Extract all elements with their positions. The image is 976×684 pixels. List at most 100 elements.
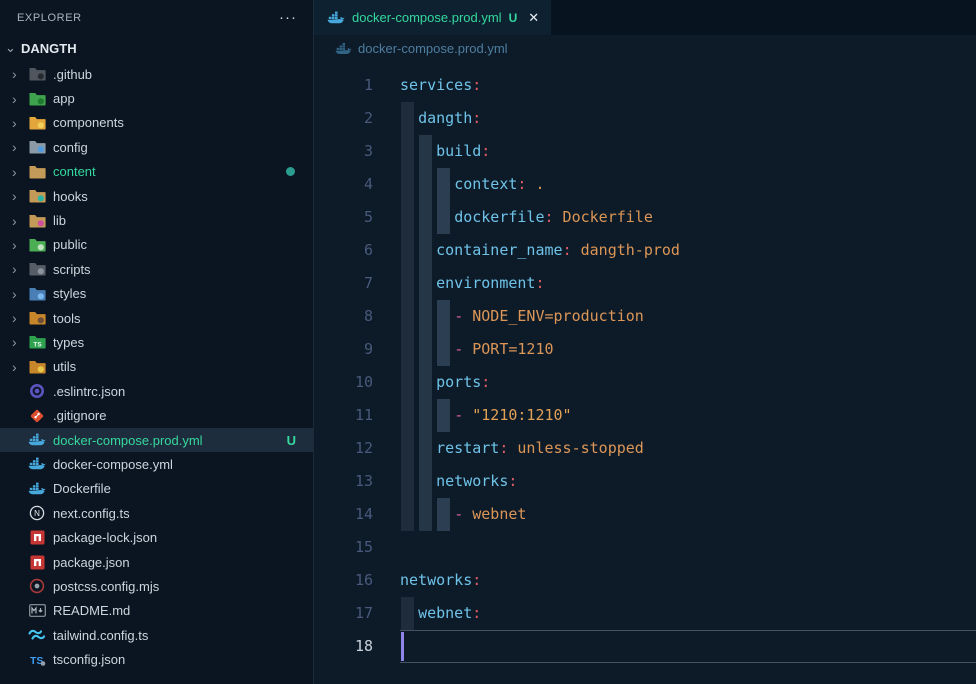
code-editor[interactable]: 1services:2 dangth:3 build:4 context: .5… <box>314 62 976 684</box>
tree-item-label: Dockerfile <box>53 481 313 496</box>
line-number[interactable]: 1 <box>314 69 373 102</box>
postcss-icon <box>28 578 46 594</box>
code-line-3[interactable]: 3 build: <box>314 135 976 168</box>
line-number[interactable]: 12 <box>314 432 373 465</box>
tree-item-scripts[interactable]: › scripts <box>0 257 313 281</box>
line-number[interactable]: 15 <box>314 531 373 564</box>
code-line-5[interactable]: 5 dockerfile: Dockerfile <box>314 201 976 234</box>
line-number[interactable]: 4 <box>314 168 373 201</box>
code-line-13[interactable]: 13 networks: <box>314 465 976 498</box>
code-line-16[interactable]: 16 networks: <box>314 564 976 597</box>
line-text[interactable]: context: . <box>400 168 545 201</box>
tree-item-tsconfig-json[interactable]: TStsconfig.json <box>0 647 313 671</box>
code-line-7[interactable]: 7 environment: <box>314 267 976 300</box>
tree-item-public[interactable]: › public <box>0 233 313 257</box>
tree-item-label: next.config.ts <box>53 506 313 521</box>
line-text[interactable]: networks: <box>400 465 517 498</box>
tree-item-config[interactable]: › config <box>0 135 313 159</box>
code-line-8[interactable]: 8 - NODE_ENV=production <box>314 300 976 333</box>
line-number[interactable]: 18 <box>314 630 373 663</box>
chevron-right-icon: › <box>12 360 28 374</box>
line-number[interactable]: 9 <box>314 333 373 366</box>
line-text[interactable]: - "1210:1210" <box>400 399 572 432</box>
tree-item-dockerfile[interactable]: Dockerfile <box>0 477 313 501</box>
line-text[interactable]: container_name: dangth-prod <box>400 234 680 267</box>
breadcrumb[interactable]: docker-compose.prod.yml <box>314 35 976 62</box>
chevron-right-icon: › <box>12 238 28 252</box>
code-line-18[interactable]: 18 <box>314 630 976 663</box>
line-text[interactable]: ports: <box>400 366 490 399</box>
line-number[interactable]: 11 <box>314 399 373 432</box>
line-number[interactable]: 7 <box>314 267 373 300</box>
line-number[interactable]: 8 <box>314 300 373 333</box>
code-line-15[interactable]: 15 <box>314 531 976 564</box>
tree-item-app[interactable]: › app <box>0 86 313 110</box>
code-line-12[interactable]: 12 restart: unless-stopped <box>314 432 976 465</box>
tree-item-package-json[interactable]: package.json <box>0 550 313 574</box>
tree-item-next-config-ts[interactable]: Nnext.config.ts <box>0 501 313 525</box>
tree-item-tailwind-config-ts[interactable]: tailwind.config.ts <box>0 623 313 647</box>
root-folder-row[interactable]: ⌄ DANGTH <box>0 36 313 61</box>
explorer-header: EXPLORER ··· <box>0 0 313 36</box>
code-line-10[interactable]: 10 ports: <box>314 366 976 399</box>
line-text[interactable]: build: <box>400 135 490 168</box>
chevron-right-icon: › <box>12 262 28 276</box>
chevron-right-icon: › <box>12 189 28 203</box>
line-number[interactable]: 3 <box>314 135 373 168</box>
code-line-14[interactable]: 14 - webnet <box>314 498 976 531</box>
tree-item-content[interactable]: › content <box>0 160 313 184</box>
tree-item-docker-compose-yml[interactable]: docker-compose.yml <box>0 452 313 476</box>
line-number[interactable]: 2 <box>314 102 373 135</box>
tree-item-readme-md[interactable]: README.md <box>0 599 313 623</box>
tab-strip: docker-compose.prod.yml U ✕ <box>314 0 976 35</box>
line-text[interactable]: - NODE_ENV=production <box>400 300 644 333</box>
close-icon[interactable]: ✕ <box>528 10 539 26</box>
tree-item-package-lock-json[interactable]: package-lock.json <box>0 525 313 549</box>
folder-tools-icon <box>28 310 46 326</box>
line-number[interactable]: 6 <box>314 234 373 267</box>
tree-item-types[interactable]: › TS types <box>0 330 313 354</box>
tree-item-utils[interactable]: › utils <box>0 355 313 379</box>
code-line-2[interactable]: 2 dangth: <box>314 102 976 135</box>
line-number[interactable]: 16 <box>314 564 373 597</box>
docker-whale-icon <box>28 456 46 472</box>
svg-text:N: N <box>34 509 40 518</box>
folder-types-icon: TS <box>28 334 46 350</box>
tab-docker-compose-prod-yml[interactable]: docker-compose.prod.yml U ✕ <box>314 0 551 35</box>
tree-item-github[interactable]: › .github <box>0 62 313 86</box>
tree-item-postcss-config-mjs[interactable]: postcss.config.mjs <box>0 574 313 598</box>
line-number[interactable]: 5 <box>314 201 373 234</box>
chevron-right-icon: › <box>12 140 28 154</box>
code-line-1[interactable]: 1 services: <box>314 69 976 102</box>
tree-item-label: hooks <box>53 189 313 204</box>
line-text[interactable]: dockerfile: Dockerfile <box>400 201 653 234</box>
line-number[interactable]: 17 <box>314 597 373 630</box>
line-text[interactable]: environment: <box>400 267 545 300</box>
line-text[interactable]: - webnet <box>400 498 526 531</box>
tree-item-components[interactable]: › components <box>0 111 313 135</box>
explorer-more-actions-icon[interactable]: ··· <box>279 13 297 23</box>
line-text[interactable]: dangth: <box>400 102 481 135</box>
chevron-right-icon: › <box>12 67 28 81</box>
tree-item-tools[interactable]: › tools <box>0 306 313 330</box>
line-text[interactable]: webnet: <box>400 597 481 630</box>
code-line-9[interactable]: 9 - PORT=1210 <box>314 333 976 366</box>
line-text[interactable]: - PORT=1210 <box>400 333 554 366</box>
line-number[interactable]: 13 <box>314 465 373 498</box>
line-text[interactable]: networks: <box>400 564 481 597</box>
line-number[interactable]: 14 <box>314 498 373 531</box>
tree-item-label: content <box>53 164 286 179</box>
line-text[interactable]: services: <box>400 69 481 102</box>
code-line-11[interactable]: 11 - "1210:1210" <box>314 399 976 432</box>
tree-item-eslintrc-json[interactable]: .eslintrc.json <box>0 379 313 403</box>
tree-item-lib[interactable]: › lib <box>0 208 313 232</box>
tree-item-hooks[interactable]: › hooks <box>0 184 313 208</box>
code-line-4[interactable]: 4 context: . <box>314 168 976 201</box>
tree-item-gitignore[interactable]: .gitignore <box>0 403 313 427</box>
line-text[interactable]: restart: unless-stopped <box>400 432 644 465</box>
tree-item-docker-compose-prod-yml[interactable]: docker-compose.prod.ymlU <box>0 428 313 452</box>
tree-item-styles[interactable]: › styles <box>0 282 313 306</box>
line-number[interactable]: 10 <box>314 366 373 399</box>
code-line-6[interactable]: 6 container_name: dangth-prod <box>314 234 976 267</box>
code-line-17[interactable]: 17 webnet: <box>314 597 976 630</box>
